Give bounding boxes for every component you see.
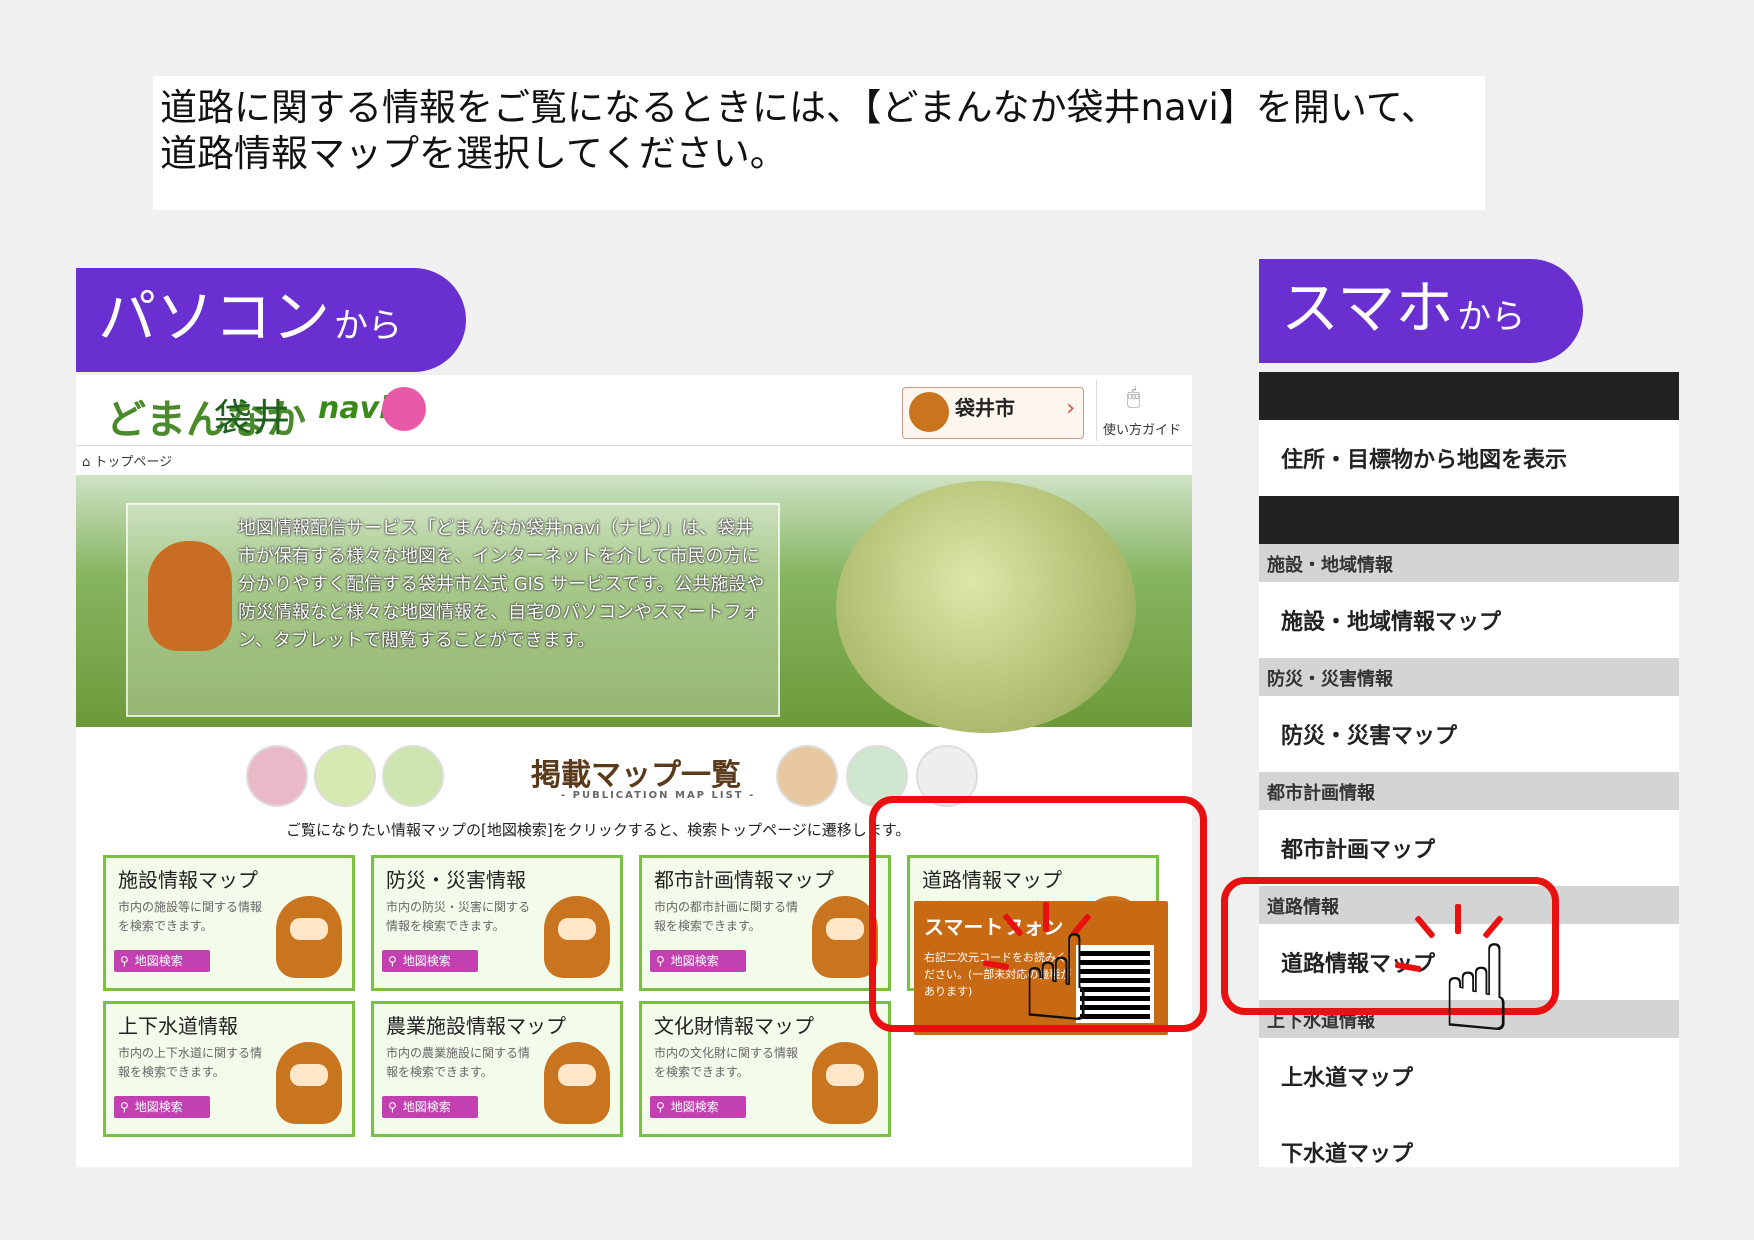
search-icon: ⚲ xyxy=(120,1100,129,1114)
sp-tab-suffix: から xyxy=(1457,297,1526,337)
breadcrumb-top: トップページ xyxy=(94,455,173,470)
map-list-subtitle: - PUBLICATION MAP LIST - xyxy=(561,790,756,801)
map-card-title: 防災・災害情報 xyxy=(386,868,526,892)
map-search-button[interactable]: ⚲ 地図検索 xyxy=(382,950,478,972)
search-icon: ⚲ xyxy=(120,954,129,968)
map-card-title: 農業施設情報マップ xyxy=(386,1014,566,1038)
menu-item-label: 防災・災害マップ xyxy=(1281,724,1458,749)
map-search-button[interactable]: ⚲ 地図検索 xyxy=(650,1096,746,1118)
menu-category: 都市計画情報 xyxy=(1259,772,1679,810)
map-card-desc: 市内の施設等に関する情報を検索できます。 xyxy=(118,900,263,933)
search-icon: ⚲ xyxy=(388,954,397,968)
map-card-desc: 市内の農業施設に関する情報を検索できます。 xyxy=(386,1046,531,1079)
flower-icon xyxy=(382,387,426,431)
fukuroi-city-link[interactable]: 袋井市 › xyxy=(902,387,1084,439)
menu-item-label: 都市計画マップ xyxy=(1281,838,1436,863)
intro-line-2: 道路情報マップを選択してください。 xyxy=(160,132,787,175)
search-icon: ⚲ xyxy=(388,1100,397,1114)
logo-text-fukuroi: 袋井 xyxy=(214,396,291,440)
usage-guide-button[interactable]: 🖱 使い方ガイド xyxy=(1096,379,1187,441)
usage-guide-label: 使い方ガイド xyxy=(1103,423,1182,438)
menu-category-label: 都市計画情報 xyxy=(1267,783,1375,804)
menu-category: 防災・災害情報 xyxy=(1259,658,1679,696)
map-card-title: 文化財情報マップ xyxy=(654,1014,814,1038)
map-card-title: 施設情報マップ xyxy=(118,868,258,892)
map-search-label: 地図検索 xyxy=(402,1100,451,1114)
banner-description: 地図情報配信サービス「どまんなか袋井navi（ナビ）」は、袋井市が保有する様々な… xyxy=(238,518,765,651)
map-card: 文化財情報マップ市内の文化財に関する情報を検索できます。 ⚲ 地図検索 xyxy=(639,1001,891,1137)
menu-category-label: 施設・地域情報 xyxy=(1267,555,1393,576)
fukuroi-city-name: 袋井市 xyxy=(955,396,1015,420)
map-search-button[interactable]: ⚲ 地図検索 xyxy=(382,1096,478,1118)
map-card: 防災・災害情報市内の防災・災害に関する情報を検索できます。 ⚲ 地図検索 xyxy=(371,855,623,991)
owl-mascot-icon xyxy=(276,1042,342,1124)
map-card-desc: 市内の都市計画に関する情報を検索できます。 xyxy=(654,900,799,933)
mouse-icon: 🖱 xyxy=(1127,385,1141,410)
owl-mascot-icon xyxy=(148,541,232,651)
menu-item[interactable]: 施設・地域情報マップ xyxy=(1259,582,1679,659)
logo-text-navi: navi xyxy=(318,391,390,426)
sp-section-tab: スマホ から xyxy=(1259,259,1583,363)
menu-item-label: 下水道マップ xyxy=(1281,1142,1414,1167)
search-icon: ⚲ xyxy=(656,1100,665,1114)
map-list-instruction: ご覧になりたい情報マップの[地図検索]をクリックすると、検索トップページに遷移し… xyxy=(286,821,911,839)
map-search-button[interactable]: ⚲ 地図検索 xyxy=(114,1096,210,1118)
melon-image xyxy=(836,481,1136,733)
menu-item[interactable]: 都市計画マップ xyxy=(1259,810,1679,887)
sp-tab-label: スマホ xyxy=(1281,274,1454,342)
map-list-title: 掲載マップ一覧 - PUBLICATION MAP LIST - xyxy=(531,750,753,801)
map-card: 施設情報マップ市内の施設等に関する情報を検索できます。 ⚲ 地図検索 xyxy=(103,855,355,991)
map-list-title-text: 掲載マップ一覧 xyxy=(531,758,741,793)
menu-header-bar xyxy=(1259,372,1679,420)
map-thumbnail xyxy=(246,745,308,807)
intro-box: 道路に関する情報をご覧になるときには、【どまんなか袋井navi】を開いて、 道路… xyxy=(153,76,1485,210)
map-card-desc: 市内の上下水道に関する情報を検索できます。 xyxy=(118,1046,263,1079)
breadcrumb[interactable]: ⌂ トップページ xyxy=(82,451,172,470)
pointing-hand-icon: ☝ xyxy=(1020,910,1094,1049)
menu-item[interactable]: 下水道マップ xyxy=(1259,1114,1679,1167)
map-thumbnail xyxy=(382,745,444,807)
menu-category-label: 防災・災害情報 xyxy=(1267,669,1393,690)
map-search-label: 地図検索 xyxy=(134,954,183,968)
map-search-label: 地図検索 xyxy=(134,1100,183,1114)
menu-item-label: 住所・目標物から地図を表示 xyxy=(1281,448,1568,473)
map-card-title: 上下水道情報 xyxy=(118,1014,238,1038)
site-logo[interactable]: どまんなか 袋井 navi xyxy=(106,385,426,443)
chevron-right-icon: › xyxy=(1066,396,1075,421)
menu-item-label: 施設・地域情報マップ xyxy=(1281,610,1502,635)
pc-tab-suffix: から xyxy=(334,306,403,346)
menu-item[interactable]: 防災・災害マップ xyxy=(1259,696,1679,773)
menu-category: 施設・地域情報 xyxy=(1259,544,1679,582)
map-card-title: 都市計画情報マップ xyxy=(654,868,834,892)
owl-mascot-icon xyxy=(276,896,342,978)
owl-mascot-icon xyxy=(812,1042,878,1124)
map-search-label: 地図検索 xyxy=(670,954,719,968)
site-header: どまんなか 袋井 navi 袋井市 › 🖱 使い方ガイド xyxy=(76,375,1192,446)
map-card: 都市計画情報マップ市内の都市計画に関する情報を検索できます。 ⚲ 地図検索 xyxy=(639,855,891,991)
map-search-label: 地図検索 xyxy=(670,1100,719,1114)
map-thumbnail xyxy=(776,745,838,807)
owl-mascot-icon xyxy=(544,1042,610,1124)
map-card-desc: 市内の文化財に関する情報を検索できます。 xyxy=(654,1046,799,1079)
owl-mascot-icon xyxy=(544,896,610,978)
map-card: 農業施設情報マップ市内の農業施設に関する情報を検索できます。 ⚲ 地図検索 xyxy=(371,1001,623,1137)
home-icon: ⌂ xyxy=(82,455,95,470)
map-search-label: 地図検索 xyxy=(402,954,451,968)
pointing-hand-icon: ☝ xyxy=(1440,920,1514,1059)
menu-header-bar xyxy=(1259,496,1679,544)
map-card: 上下水道情報市内の上下水道に関する情報を検索できます。 ⚲ 地図検索 xyxy=(103,1001,355,1137)
map-search-button[interactable]: ⚲ 地図検索 xyxy=(114,950,210,972)
map-thumbnail xyxy=(314,745,376,807)
hero-banner: 地図情報配信サービス「どまんなか袋井navi（ナビ）」は、袋井市が保有する様々な… xyxy=(76,475,1192,733)
intro-line-1: 道路に関する情報をご覧になるときには、【どまんなか袋井navi】を開いて、 xyxy=(160,86,1438,129)
menu-item[interactable]: 住所・目標物から地図を表示 xyxy=(1259,420,1679,497)
owl-mascot-icon xyxy=(909,392,949,432)
search-icon: ⚲ xyxy=(656,954,665,968)
map-card-desc: 市内の防災・災害に関する情報を検索できます。 xyxy=(386,900,531,933)
banner-text-box: 地図情報配信サービス「どまんなか袋井navi（ナビ）」は、袋井市が保有する様々な… xyxy=(126,503,780,717)
map-search-button[interactable]: ⚲ 地図検索 xyxy=(650,950,746,972)
menu-item-label: 上水道マップ xyxy=(1281,1066,1414,1091)
pc-tab-label: パソコン xyxy=(98,283,331,351)
pc-section-tab: パソコン から xyxy=(76,268,466,372)
